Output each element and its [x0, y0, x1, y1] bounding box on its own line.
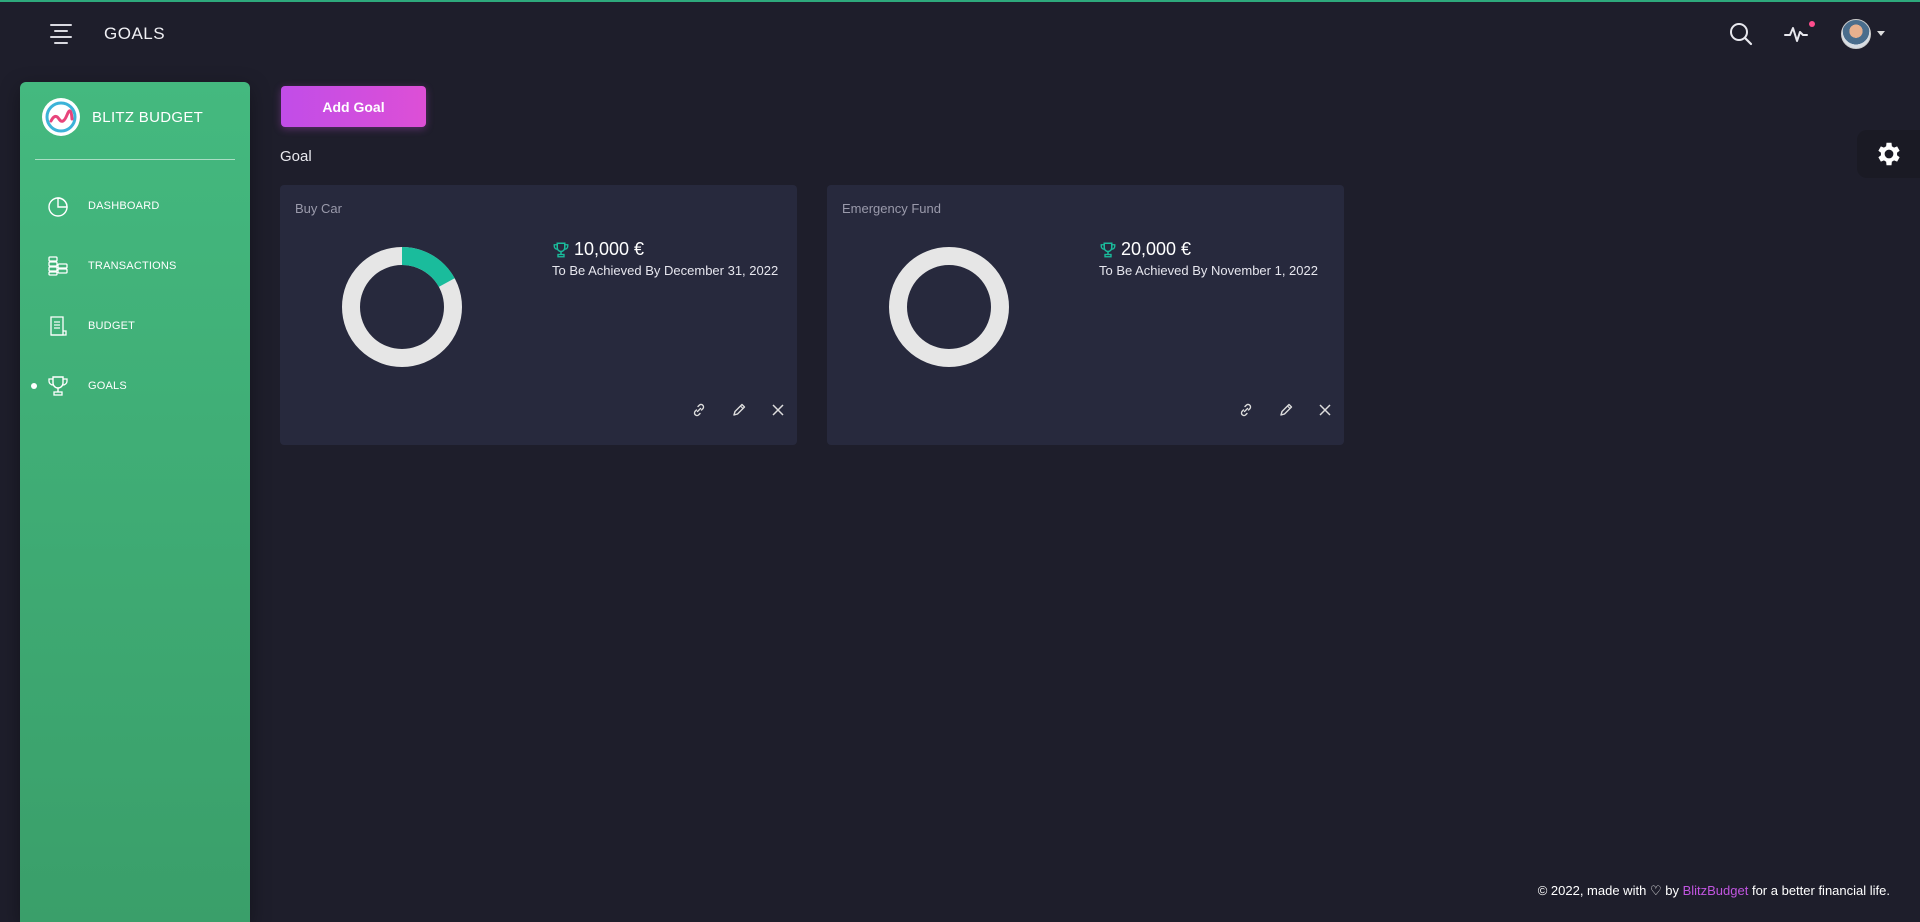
goal-target-date: To Be Achieved By December 31, 2022: [552, 263, 779, 278]
goal-amount: 10,000 €: [574, 239, 645, 259]
search-icon[interactable]: [1727, 20, 1755, 48]
section-title: Goal: [280, 148, 312, 165]
goal-amount: 20,000 €: [1121, 239, 1192, 259]
sidebar-item-goals[interactable]: GOALS: [20, 366, 250, 406]
activity-icon[interactable]: [1782, 20, 1810, 48]
close-icon[interactable]: [767, 399, 789, 421]
trophy-icon: [46, 374, 70, 398]
goal-title: Emergency Fund: [842, 201, 941, 216]
brand-logo-icon: [42, 98, 80, 136]
avatar[interactable]: [1841, 19, 1871, 49]
footer: © 2022, made with ♡ by BlitzBudget for a…: [1538, 883, 1890, 899]
sidebar-item-label: GOALS: [88, 380, 127, 392]
add-goal-button[interactable]: Add Goal: [281, 86, 426, 127]
brand-name: BLITZ BUDGET: [92, 108, 204, 126]
receipt-icon: [46, 314, 70, 338]
link-icon[interactable]: [688, 399, 710, 421]
page-title: GOALS: [104, 24, 166, 43]
heart-icon: ♡: [1649, 883, 1662, 898]
sidebar-item-budget[interactable]: BUDGET: [20, 306, 250, 346]
goal-progress-donut: [889, 247, 1009, 367]
notification-badge: [1809, 21, 1815, 27]
trophy-icon: [1100, 242, 1116, 257]
footer-suffix: for a better financial life.: [1751, 883, 1890, 898]
goal-target-date: To Be Achieved By November 1, 2022: [1099, 263, 1318, 278]
coins-icon: [46, 254, 70, 278]
chevron-down-icon[interactable]: [1877, 31, 1885, 36]
goal-card: Buy Car 10,000 € To Be Achieved By Decem…: [280, 185, 797, 445]
sidebar-item-label: TRANSACTIONS: [88, 260, 177, 272]
sidebar-item-dashboard[interactable]: DASHBOARD: [20, 186, 250, 226]
menu-icon[interactable]: [48, 24, 74, 46]
footer-brand-link[interactable]: BlitzBudget: [1683, 883, 1749, 898]
sidebar-item-label: BUDGET: [88, 320, 136, 332]
trophy-icon: [553, 242, 569, 257]
footer-by: by: [1665, 883, 1679, 898]
sidebar-item-transactions[interactable]: TRANSACTIONS: [20, 246, 250, 286]
sidebar-divider: [35, 159, 235, 160]
settings-gear-icon[interactable]: [1857, 130, 1920, 178]
goal-card: Emergency Fund 20,000 € To Be Achieved B…: [827, 185, 1344, 445]
footer-prefix: © 2022, made with: [1537, 883, 1647, 898]
goal-amount-row: 10,000 €: [552, 239, 644, 260]
edit-pencil-icon[interactable]: [1275, 399, 1297, 421]
top-accent-line: [0, 0, 1920, 2]
sidebar: BLITZ BUDGET DASHBOARD TRANSACTIONS BUDG…: [20, 82, 250, 922]
link-icon[interactable]: [1235, 399, 1257, 421]
edit-pencil-icon[interactable]: [728, 399, 750, 421]
goal-progress-donut: [342, 247, 462, 367]
pie-chart-icon: [46, 194, 70, 218]
active-indicator: [31, 383, 37, 389]
close-icon[interactable]: [1314, 399, 1336, 421]
goal-title: Buy Car: [295, 201, 342, 216]
sidebar-item-label: DASHBOARD: [88, 200, 160, 212]
goal-amount-row: 20,000 €: [1099, 239, 1191, 260]
brand[interactable]: BLITZ BUDGET: [42, 98, 203, 136]
